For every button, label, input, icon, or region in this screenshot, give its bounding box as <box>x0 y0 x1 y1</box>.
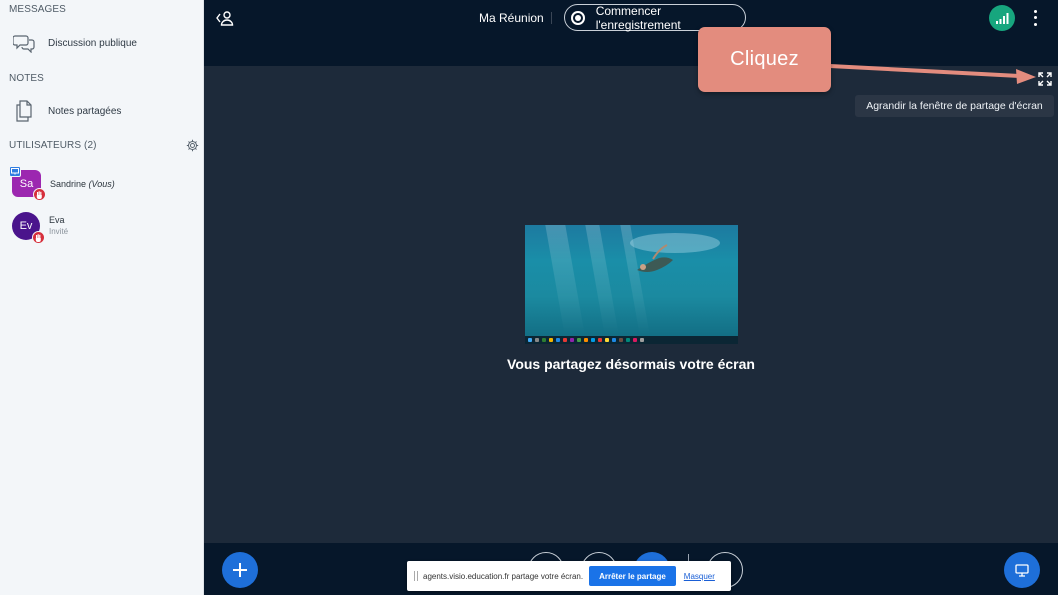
record-icon <box>571 10 585 25</box>
meeting-title: Ma Réunion <box>479 11 544 25</box>
toggle-userlist-icon[interactable] <box>215 9 235 27</box>
top-bar: Ma Réunion Commencer l'enregistrement <box>204 0 1058 66</box>
user-name: Eva <box>49 215 65 225</box>
chat-bubbles-icon <box>12 32 36 54</box>
drag-handle-icon[interactable] <box>414 571 418 581</box>
fullscreen-expand-icon[interactable] <box>1038 72 1052 86</box>
share-notice-text: agents.visio.education.fr partage votre … <box>423 571 584 581</box>
public-chat-label: Discussion publique <box>48 37 137 49</box>
click-callout: Cliquez <box>698 27 831 92</box>
user-row-sandrine[interactable]: Sa Sandrine (Vous) <box>9 166 115 201</box>
avatar-initials: Ev <box>19 220 33 232</box>
actions-button[interactable] <box>222 552 258 588</box>
raised-hand-icon <box>33 188 46 201</box>
divider <box>551 12 552 24</box>
screen-share-area: Vous partagez désormais votre écran Agra… <box>204 66 1058 543</box>
more-options-icon[interactable] <box>1030 8 1040 28</box>
screen-share-preview <box>525 225 738 344</box>
messages-section-title: MESSAGES <box>9 4 66 15</box>
public-chat-item[interactable]: Discussion publique <box>12 31 137 55</box>
raised-hand-icon <box>32 231 45 244</box>
user-row-eva[interactable]: Ev Eva Invité <box>12 212 69 244</box>
user-you-tag: (Vous) <box>88 178 115 189</box>
users-section-title: UTILISATEURS (2) <box>9 140 97 151</box>
sidebar: MESSAGES Discussion publique NOTES Notes… <box>0 0 204 595</box>
hide-link[interactable]: Masquer <box>684 572 715 581</box>
connection-status-icon[interactable] <box>989 5 1015 31</box>
screen-share-button[interactable] <box>1004 552 1040 588</box>
notes-section-title: NOTES <box>9 73 44 84</box>
user-name: Sandrine <box>50 178 87 189</box>
avatar: Sa <box>9 166 46 201</box>
browser-share-notice: agents.visio.education.fr partage votre … <box>407 561 731 591</box>
gear-icon[interactable] <box>186 139 199 152</box>
expand-tooltip: Agrandir la fenêtre de partage d'écran <box>855 95 1054 117</box>
stop-sharing-button[interactable]: Arrêter le partage <box>589 566 676 586</box>
screen-share-icon <box>9 166 21 177</box>
share-status-message: Vous partagez désormais votre écran <box>507 356 755 372</box>
shared-notes-label: Notes partagées <box>48 105 122 117</box>
avatar: Ev <box>12 212 45 244</box>
user-role: Invité <box>49 227 69 236</box>
shared-notes-item[interactable]: Notes partagées <box>12 99 121 123</box>
avatar-initials: Sa <box>19 177 34 190</box>
notes-icon <box>12 100 36 122</box>
